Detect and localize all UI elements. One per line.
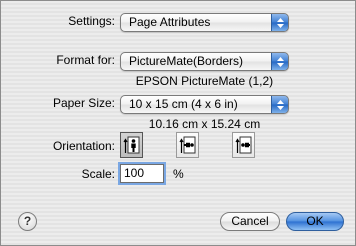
help-button[interactable]: ?: [18, 212, 37, 231]
orientation-label: Orientation:: [52, 139, 115, 153]
popup-arrows-icon: [271, 53, 288, 70]
paper-dimensions: 10.16 cm x 15.24 cm: [148, 117, 261, 131]
paper-size-value: 10 x 15 cm (4 x 6 in): [129, 97, 238, 111]
format-for-popup[interactable]: PictureMate(Borders): [120, 52, 289, 71]
format-for-label: Format for:: [56, 53, 115, 67]
settings-label: Settings:: [68, 14, 115, 28]
scale-label: Scale:: [81, 167, 115, 181]
portrait-orientation-icon: [123, 136, 140, 154]
format-for-value: PictureMate(Borders): [129, 54, 244, 68]
orientation-landscape-right-button[interactable]: [232, 132, 255, 158]
scale-unit: %: [173, 167, 184, 181]
cancel-button[interactable]: Cancel: [220, 212, 280, 231]
settings-popup[interactable]: Page Attributes: [120, 13, 289, 32]
page-setup-dialog: Settings: Page Attributes Format for: Pi…: [0, 0, 356, 246]
popup-arrows-icon: [271, 96, 288, 113]
settings-value: Page Attributes: [129, 15, 211, 29]
paper-size-label: Paper Size:: [52, 96, 115, 110]
landscape-right-orientation-icon: [235, 136, 252, 154]
orientation-landscape-left-button[interactable]: [176, 132, 199, 158]
ok-button[interactable]: OK: [286, 212, 344, 231]
paper-size-popup[interactable]: 10 x 15 cm (4 x 6 in): [120, 95, 289, 114]
orientation-portrait-button[interactable]: [120, 132, 143, 158]
printer-description: EPSON PictureMate (1,2): [135, 74, 274, 88]
popup-arrows-icon: [271, 14, 288, 31]
scale-input[interactable]: 100: [120, 164, 164, 183]
landscape-left-orientation-icon: [179, 136, 196, 154]
